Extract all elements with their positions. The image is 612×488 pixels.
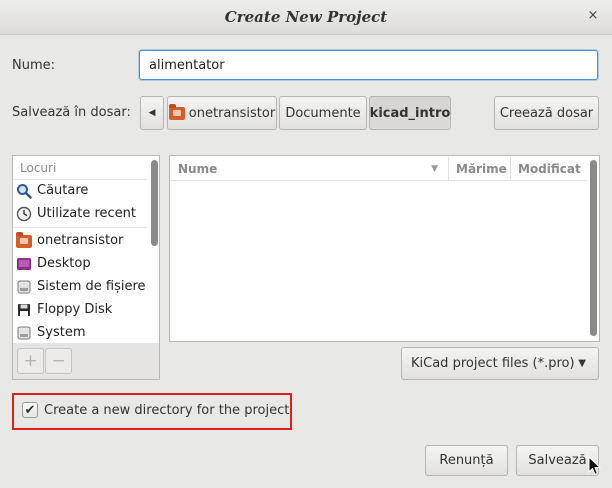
path-crumb-label: kicad_intro xyxy=(369,105,451,121)
places-separator xyxy=(14,227,147,228)
add-bookmark-button[interactable]: + xyxy=(17,348,44,374)
path-crumb-current[interactable]: kicad_intro xyxy=(369,96,451,130)
file-type-filter[interactable]: KiCad project files (*.pro) ▼ xyxy=(401,347,599,380)
column-header-label: Modificat xyxy=(518,162,581,176)
project-name-input[interactable] xyxy=(139,50,598,80)
column-header-name[interactable]: Nume ▼ xyxy=(171,157,449,181)
places-item-search[interactable]: Căutare xyxy=(16,180,88,202)
places-item-floppy[interactable]: Floppy Disk xyxy=(16,299,112,321)
places-item-label: Floppy Disk xyxy=(37,302,113,317)
places-item-desktop[interactable]: Desktop xyxy=(16,253,91,275)
path-back-button[interactable]: ◀ xyxy=(140,96,164,130)
places-item-label: Căutare xyxy=(37,183,89,198)
places-item-recent[interactable]: Utilizate recent xyxy=(16,203,136,225)
places-item-system[interactable]: System xyxy=(16,322,85,344)
places-item-label: onetransistor xyxy=(37,233,124,248)
create-folder-button[interactable]: Creează dosar xyxy=(494,96,599,130)
file-type-filter-value: KiCad project files (*.pro) xyxy=(411,356,575,371)
new-directory-checkbox[interactable]: ✔ xyxy=(22,402,38,418)
places-panel: Locuri Căutare Utilizate recent onetrans… xyxy=(12,155,160,344)
title-bar: Create New Project × xyxy=(0,0,612,35)
file-list[interactable]: Nume ▼ Mărime Modificat xyxy=(169,155,600,342)
column-header-label: Mărime xyxy=(456,162,507,176)
home-folder-icon xyxy=(16,231,32,249)
file-list-scrollbar[interactable] xyxy=(590,160,597,336)
path-crumb-home[interactable]: onetransistor xyxy=(167,96,277,130)
search-icon xyxy=(16,183,32,199)
path-crumb-documents[interactable]: Documente xyxy=(279,96,367,130)
save-in-folder-label: Salvează în dosar: xyxy=(12,105,131,120)
places-header: Locuri xyxy=(14,157,147,180)
places-toolbar: + − xyxy=(12,343,160,380)
places-item-home[interactable]: onetransistor xyxy=(16,230,123,252)
save-button[interactable]: Salvează xyxy=(516,445,599,476)
places-item-label: System xyxy=(37,325,86,340)
places-item-filesystem[interactable]: Sistem de fișiere xyxy=(16,276,146,298)
new-directory-label[interactable]: Create a new directory for the project xyxy=(44,403,289,418)
chevron-down-icon: ▼ xyxy=(578,358,586,369)
column-header-label: Nume xyxy=(178,162,218,176)
chevron-left-icon: ◀ xyxy=(148,108,156,118)
mouse-cursor-icon xyxy=(588,456,601,476)
floppy-icon xyxy=(16,302,32,318)
path-crumb-label: onetransistor xyxy=(188,105,276,121)
sort-down-icon: ▼ xyxy=(431,164,438,174)
path-crumb-label: Documente xyxy=(285,105,361,121)
window-title: Create New Project xyxy=(224,8,388,26)
name-label: Nume: xyxy=(12,58,56,73)
places-item-label: Utilizate recent xyxy=(37,206,137,221)
cancel-button[interactable]: Renunță xyxy=(425,445,508,476)
drive-icon xyxy=(16,325,32,341)
column-header-modified[interactable]: Modificat xyxy=(511,157,587,181)
close-icon[interactable]: × xyxy=(586,9,600,23)
recent-icon xyxy=(16,206,32,222)
places-scrollbar[interactable] xyxy=(151,160,158,246)
column-header-size[interactable]: Mărime xyxy=(449,157,511,181)
drive-icon xyxy=(16,279,32,295)
home-folder-icon xyxy=(168,103,185,120)
remove-bookmark-button[interactable]: − xyxy=(45,348,72,374)
places-item-label: Sistem de fișiere xyxy=(37,279,146,294)
desktop-icon xyxy=(16,256,32,272)
places-item-label: Desktop xyxy=(37,256,91,271)
